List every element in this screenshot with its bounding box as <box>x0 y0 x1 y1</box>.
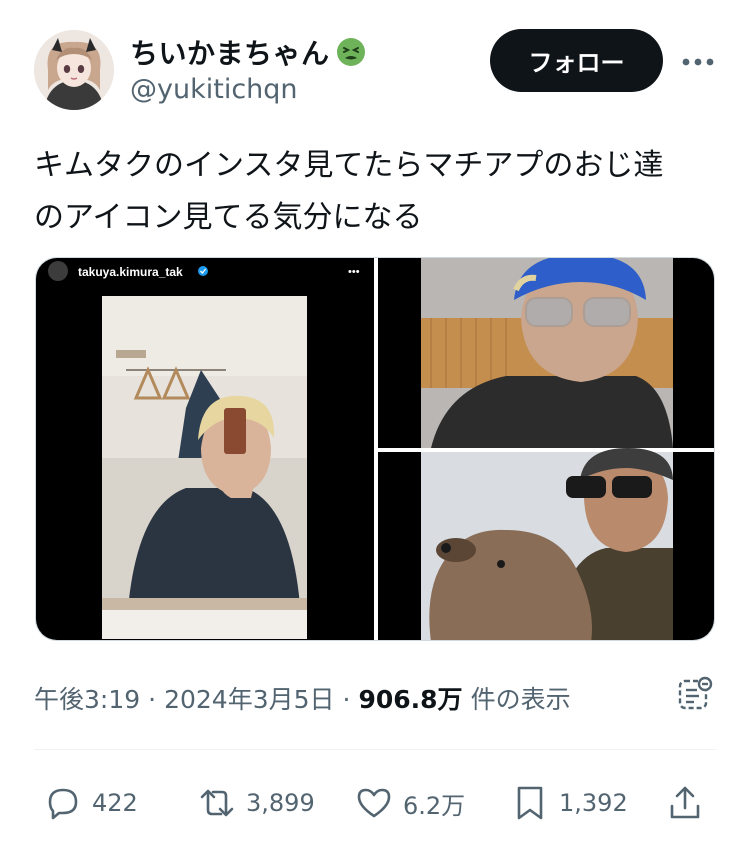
repost-icon <box>200 789 234 817</box>
tweet-text-line-1: キムタクのインスタ見てたらマチアプのおじ達 <box>34 148 664 183</box>
meta-separator-2: · <box>342 685 351 714</box>
nauseated-face-emoji-icon <box>336 38 365 66</box>
more-horizontal-icon[interactable] <box>678 44 718 80</box>
tweet-header: ちいかまちゃん @yukitichqn フォロー <box>0 0 750 120</box>
bookmark-button[interactable]: 1,392 <box>511 784 628 822</box>
instagram-avatar-icon <box>48 261 68 281</box>
reply-icon <box>48 788 78 820</box>
media-image-top-right[interactable] <box>378 258 715 448</box>
divider <box>34 749 716 750</box>
follow-button[interactable]: フォロー <box>490 29 663 92</box>
avatar[interactable] <box>34 30 114 110</box>
view-stats-icon[interactable] <box>677 676 713 712</box>
views-label: 件の表示 <box>470 685 571 714</box>
tweet-meta: 午後3:19 · 2024年3月5日 · 906.8万 件の表示 <box>34 680 571 716</box>
bookmark-icon <box>517 786 543 820</box>
heart-icon <box>357 788 391 818</box>
reply-button[interactable]: 422 <box>44 784 138 822</box>
author-display-name[interactable]: ちいかまちゃん <box>130 32 330 72</box>
meta-separator-1: · <box>148 685 157 714</box>
tweet-date[interactable]: 2024年3月5日 <box>164 680 334 716</box>
repost-button[interactable]: 3,899 <box>198 784 315 822</box>
views-count: 906.8万 <box>358 685 463 714</box>
media-image-left[interactable]: takuya.kimura_tak ••• <box>36 258 374 641</box>
tweet-text: キムタクのインスタ見てたらマチアプのおじ達 のアイコン見てる気分になる <box>34 140 724 244</box>
mirror-selfie-photo <box>102 296 307 639</box>
media-image-bottom-right[interactable] <box>378 448 715 641</box>
tweet-time[interactable]: 午後3:19 <box>34 680 140 716</box>
repost-count: 3,899 <box>246 789 315 817</box>
like-button[interactable]: 6.2万 <box>355 784 465 822</box>
reply-count: 422 <box>92 789 138 817</box>
instagram-username: takuya.kimura_tak <box>78 265 183 279</box>
author-name-row[interactable]: ちいかまちゃん <box>130 32 366 72</box>
tweet-text-line-2: のアイコン見てる気分になる <box>34 200 423 235</box>
author-handle[interactable]: @yukitichqn <box>130 74 298 105</box>
bookmark-count: 1,392 <box>559 789 628 817</box>
tweet-actions: 422 3,899 6.2万 1,392 <box>0 770 750 840</box>
like-count: 6.2万 <box>403 791 466 820</box>
share-button[interactable] <box>666 784 704 822</box>
media-grid-svg: takuya.kimura_tak ••• <box>36 258 715 641</box>
tweet-media-grid[interactable]: takuya.kimura_tak ••• <box>35 257 715 641</box>
instagram-more-icon: ••• <box>348 266 360 278</box>
avatar-illustration <box>34 30 114 110</box>
verified-badge-icon <box>198 266 208 276</box>
share-icon <box>670 786 700 819</box>
